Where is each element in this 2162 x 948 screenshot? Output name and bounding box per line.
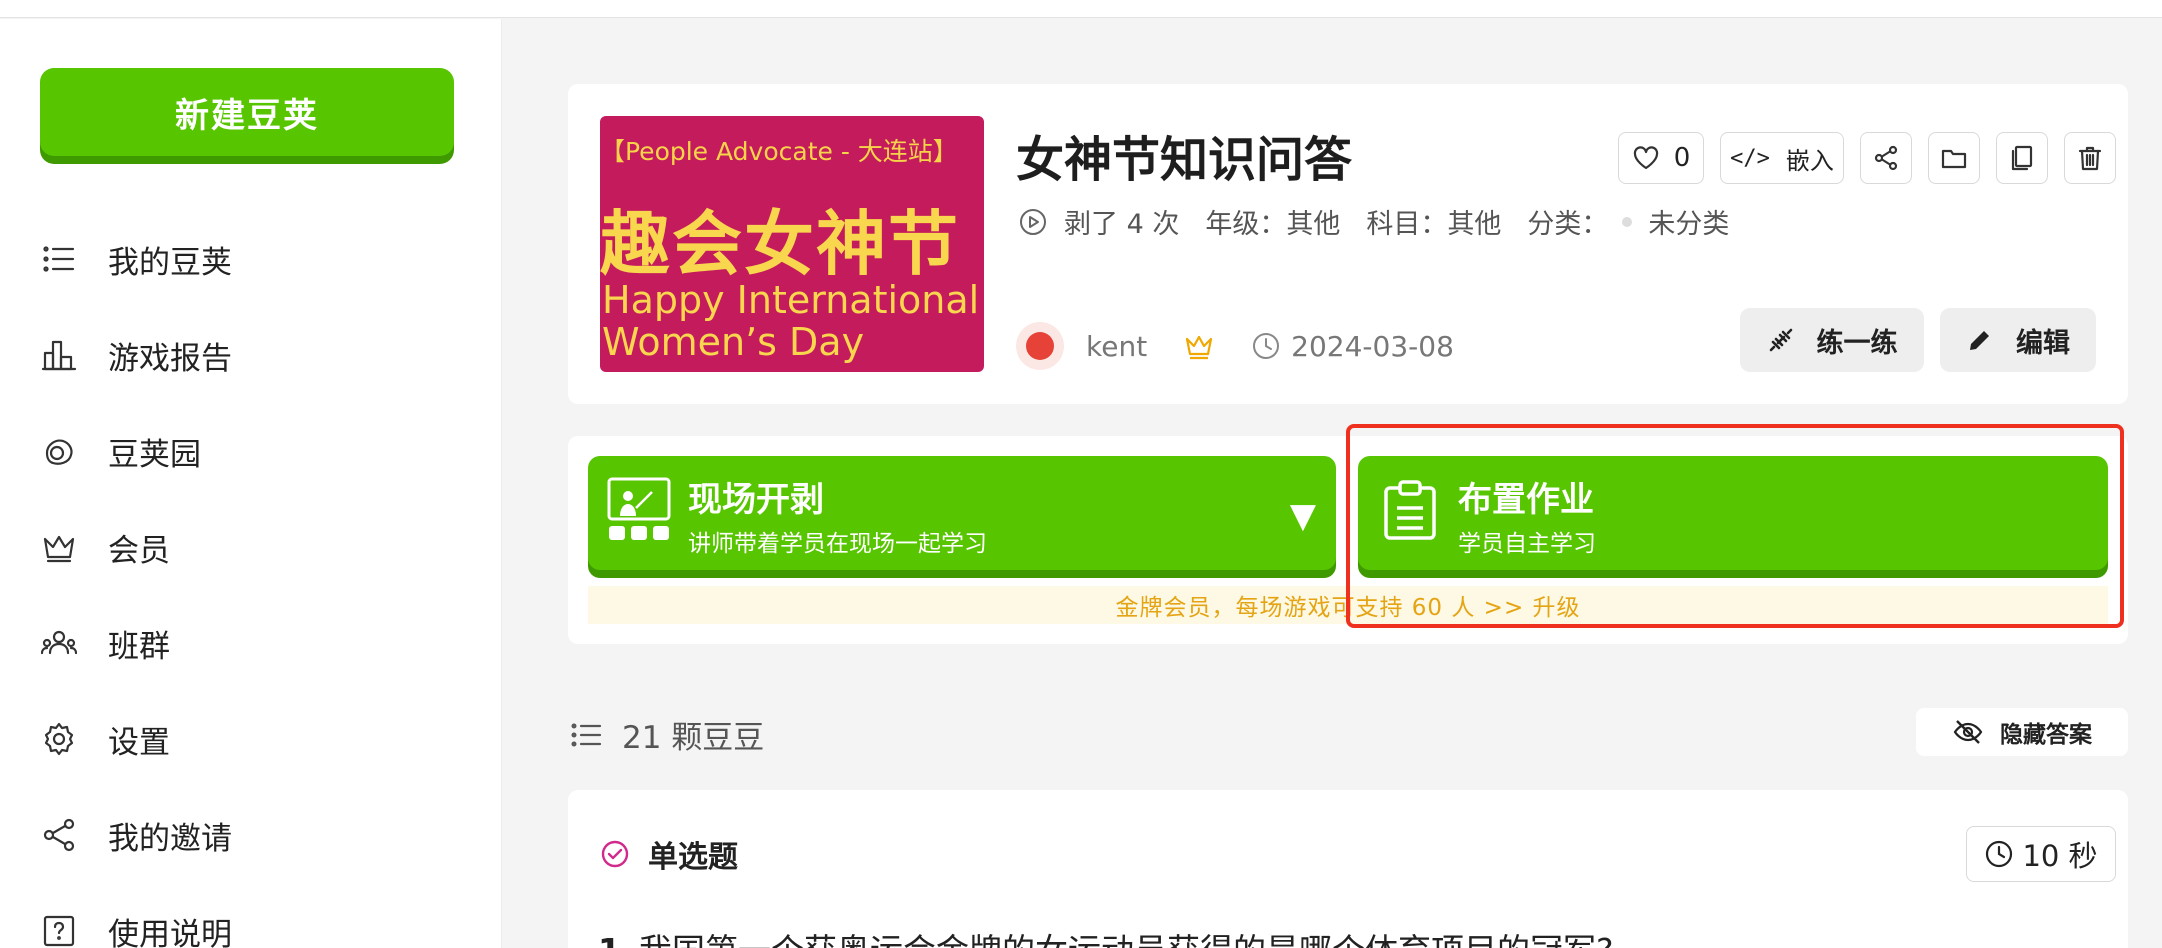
edit-button[interactable]: 编辑 — [1940, 308, 2096, 372]
sidebar-item-label: 游戏报告 — [108, 340, 232, 377]
game-info-card: 【People Advocate - 大连站】 趣会女神节 Happy Inte… — [568, 84, 2128, 404]
question-card: 单选题 10 秒 1 我国第一个获奥运会金牌的女运动员获得的是哪个体育项目的冠军? — [568, 790, 2128, 948]
top-bar — [0, 0, 2162, 18]
sidebar-item-settings[interactable]: 设置 — [40, 691, 460, 787]
group-icon — [40, 624, 78, 662]
created-date: 2024-03-08 — [1291, 329, 1454, 363]
sidebar-item-class-group[interactable]: 班群 — [40, 595, 460, 691]
sidebar-item-game-report[interactable]: 游戏报告 — [40, 307, 460, 403]
list-icon — [40, 240, 78, 278]
sidebar-item-pod-garden[interactable]: 豆荚园 — [40, 403, 460, 499]
live-play-subtitle: 讲师带着学员在现场一起学习 — [688, 531, 987, 557]
subject: 科目：其他 — [1366, 209, 1502, 240]
caret-down-icon[interactable]: ▼ — [1290, 496, 1316, 536]
sidebar-item-label: 我的邀请 — [108, 820, 232, 857]
question-body: 我国第一个获奥运会金牌的女运动员获得的是哪个体育项目的冠军? — [639, 931, 1614, 948]
sidebar-item-label: 使用说明 — [108, 916, 232, 948]
new-pod-button[interactable]: 新建豆荚 — [40, 68, 454, 156]
question-number: 1 — [598, 931, 621, 948]
like-count: 0 — [1673, 143, 1691, 173]
list-icon — [571, 722, 602, 747]
author-info: kent 2024-03-08 — [1016, 322, 1454, 370]
category-dot — [1622, 216, 1633, 227]
copy-button[interactable] — [1996, 132, 2048, 184]
highlight-box — [1346, 424, 2124, 628]
play-icon — [1020, 208, 1046, 235]
sidebar-nav: 我的豆荚 游戏报告 豆荚园 会员 班群 设置 我的邀请 使用说明 — [40, 211, 460, 948]
sidebar-item-label: 会员 — [108, 532, 170, 569]
edit-label: 编辑 — [2016, 327, 2070, 359]
clock-icon — [1986, 840, 2013, 868]
pod-garden-icon — [40, 432, 78, 470]
category-label: 分类： — [1527, 209, 1609, 240]
sidebar-item-label: 我的豆荚 — [108, 244, 232, 281]
cover-english-title: Happy International Women’s Day — [602, 278, 980, 364]
move-to-folder-button[interactable] — [1928, 132, 1980, 184]
embed-button[interactable]: </> 嵌入 — [1720, 132, 1844, 184]
practice-label: 练一练 — [1816, 327, 1898, 359]
check-circle-icon — [601, 840, 629, 868]
sidebar-item-label: 豆荚园 — [108, 436, 201, 473]
live-play-title: 现场开剥 — [688, 480, 824, 520]
action-toolbar: 0 </> 嵌入 — [1618, 132, 2116, 184]
folder-icon — [1941, 149, 1967, 169]
trash-icon — [2078, 146, 2102, 171]
crown-icon — [1186, 335, 1213, 360]
classroom-icon — [607, 477, 671, 540]
question-type-label: 单选题 — [648, 840, 738, 875]
cover-title: 趣会女神节 — [600, 203, 960, 285]
question-count: 21 颗豆豆 — [570, 712, 764, 757]
play-count: 剥了 4 次 — [1064, 209, 1180, 240]
game-title: 女神节知识问答 — [1016, 132, 1353, 188]
sidebar-item-label: 班群 — [108, 628, 170, 665]
bar-chart-icon — [40, 336, 78, 374]
grade: 年级：其他 — [1205, 209, 1341, 240]
time-limit-button[interactable]: 10 秒 — [1966, 826, 2116, 882]
game-cover-image[interactable]: 【People Advocate - 大连站】 趣会女神节 Happy Inte… — [600, 116, 984, 372]
heart-icon — [1633, 146, 1658, 170]
cover-subtitle: 【People Advocate - 大连站】 — [600, 137, 958, 166]
eye-off-icon — [1953, 720, 1983, 744]
share-button[interactable] — [1860, 132, 1912, 184]
hide-answers-label: 隐藏答案 — [2000, 722, 2092, 748]
like-button[interactable]: 0 — [1618, 132, 1704, 184]
sidebar-item-label: 设置 — [108, 724, 170, 761]
sidebar-item-my-pods[interactable]: 我的豆荚 — [40, 211, 460, 307]
time-limit-value: 10 秒 — [2022, 839, 2098, 873]
question-count-label: 21 颗豆豆 — [622, 720, 765, 756]
question-type: 单选题 — [600, 832, 738, 876]
sidebar: 新建豆荚 我的豆荚 游戏报告 豆荚园 会员 班群 设置 我的邀请 使用说明 — [0, 19, 502, 948]
copy-icon — [2011, 145, 2033, 171]
gear-icon — [40, 720, 78, 758]
sidebar-item-my-invites[interactable]: 我的邀请 — [40, 787, 460, 883]
crown-icon — [40, 528, 78, 566]
hide-answers-button[interactable]: 隐藏答案 — [1916, 708, 2128, 756]
pencil-icon — [1970, 331, 1989, 350]
dumbbell-icon — [1769, 328, 1792, 352]
sidebar-item-membership[interactable]: 会员 — [40, 499, 460, 595]
code-icon: </> — [1730, 145, 1770, 171]
share-icon — [1874, 145, 1898, 171]
avatar[interactable] — [1016, 322, 1064, 370]
live-play-button[interactable]: 现场开剥 讲师带着学员在现场一起学习 ▼ — [588, 456, 1336, 570]
share-icon — [40, 816, 78, 854]
question-text: 1 我国第一个获奥运会金牌的女运动员获得的是哪个体育项目的冠军? — [598, 924, 1613, 948]
category-value[interactable]: 未分类 — [1648, 202, 1729, 241]
practice-button[interactable]: 练一练 — [1740, 308, 1924, 372]
help-icon — [40, 912, 78, 948]
delete-button[interactable] — [2064, 132, 2116, 184]
sidebar-item-help[interactable]: 使用说明 — [40, 883, 460, 948]
game-meta: 剥了 4 次 年级：其他 科目：其他 分类： 未分类 — [1018, 202, 1755, 241]
clock-icon — [1253, 333, 1280, 359]
author-name[interactable]: kent — [1086, 330, 1147, 363]
embed-label: 嵌入 — [1785, 146, 1834, 175]
